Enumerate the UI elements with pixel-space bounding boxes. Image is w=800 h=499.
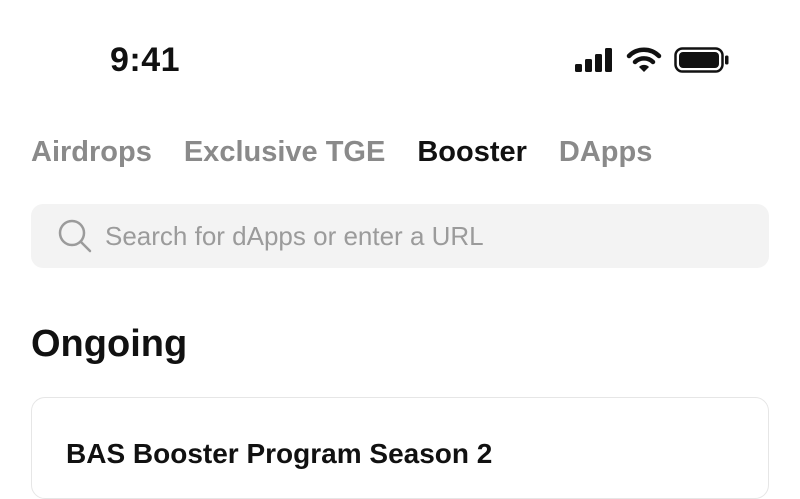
search-input[interactable]: Search for dApps or enter a URL: [31, 204, 769, 268]
tab-dapps[interactable]: DApps: [559, 134, 652, 170]
status-icons: [574, 44, 730, 76]
battery-icon: [674, 47, 729, 73]
tab-booster[interactable]: Booster: [417, 134, 527, 170]
tab-exclusive-tge[interactable]: Exclusive TGE: [184, 134, 386, 170]
tab-bar: Airdrops Exclusive TGE Booster DApps: [31, 134, 652, 170]
program-card-title: BAS Booster Program Season 2: [66, 438, 493, 469]
search-icon: [57, 218, 93, 254]
program-card[interactable]: BAS Booster Program Season 2: [31, 397, 769, 499]
status-time: 9:41: [110, 41, 181, 79]
cellular-signal-icon: [575, 48, 612, 72]
tab-airdrops[interactable]: Airdrops: [31, 134, 152, 170]
wifi-icon: [626, 47, 662, 72]
search-placeholder: Search for dApps or enter a URL: [105, 220, 484, 251]
section-title-ongoing: Ongoing: [31, 323, 188, 365]
